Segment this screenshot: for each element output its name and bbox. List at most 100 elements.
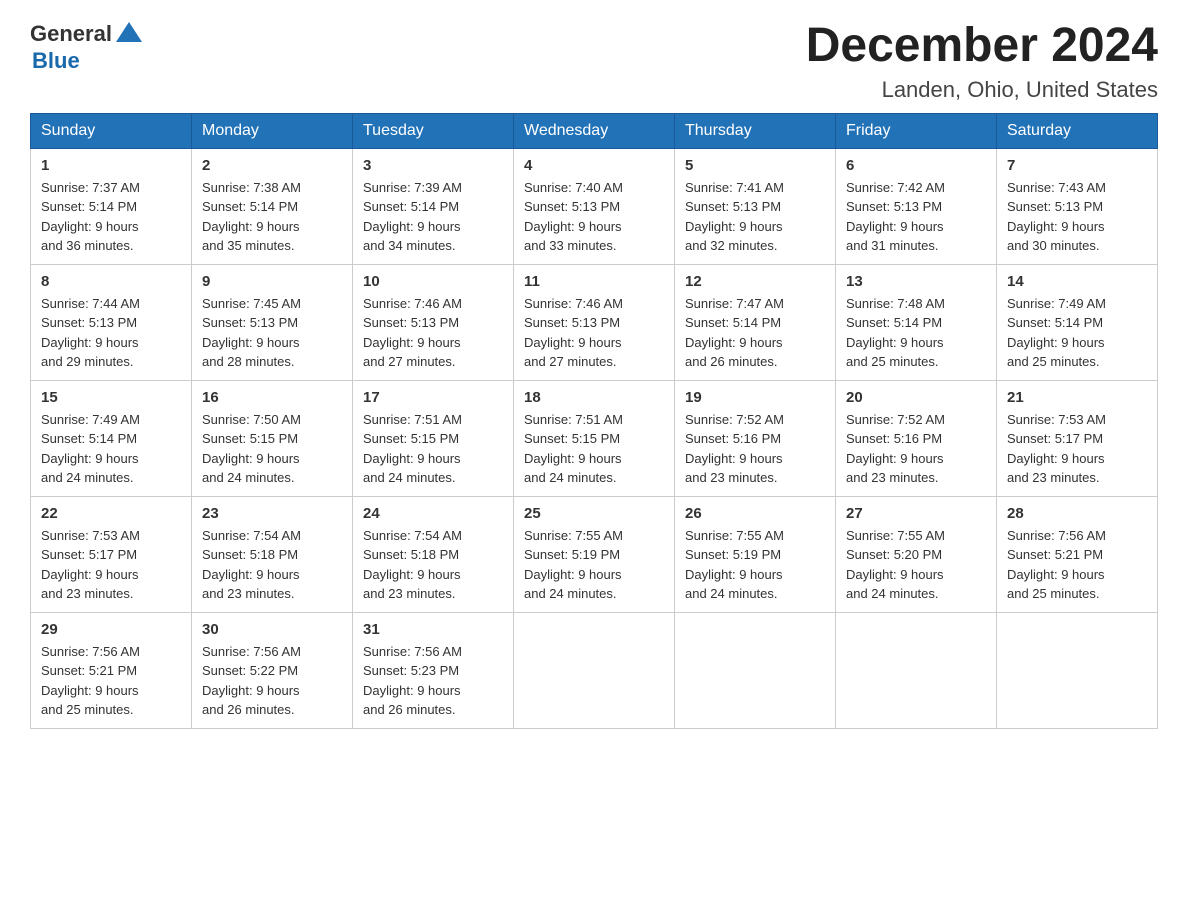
day-number: 26 [685,505,825,522]
day-info: Sunrise: 7:51 AM Sunset: 5:15 PM Dayligh… [524,410,664,488]
table-row: 23 Sunrise: 7:54 AM Sunset: 5:18 PM Dayl… [192,496,353,612]
day-number: 9 [202,273,342,290]
day-info: Sunrise: 7:48 AM Sunset: 5:14 PM Dayligh… [846,294,986,372]
day-info: Sunrise: 7:40 AM Sunset: 5:13 PM Dayligh… [524,178,664,256]
table-row: 9 Sunrise: 7:45 AM Sunset: 5:13 PM Dayli… [192,264,353,380]
day-number: 23 [202,505,342,522]
table-row: 24 Sunrise: 7:54 AM Sunset: 5:18 PM Dayl… [353,496,514,612]
subtitle: Landen, Ohio, United States [806,77,1158,103]
day-info: Sunrise: 7:49 AM Sunset: 5:14 PM Dayligh… [1007,294,1147,372]
day-info: Sunrise: 7:54 AM Sunset: 5:18 PM Dayligh… [202,526,342,604]
header-tuesday: Tuesday [353,113,514,148]
day-number: 30 [202,621,342,638]
day-number: 14 [1007,273,1147,290]
day-number: 2 [202,157,342,174]
table-row: 17 Sunrise: 7:51 AM Sunset: 5:15 PM Dayl… [353,380,514,496]
day-number: 19 [685,389,825,406]
day-number: 16 [202,389,342,406]
table-row: 11 Sunrise: 7:46 AM Sunset: 5:13 PM Dayl… [514,264,675,380]
day-info: Sunrise: 7:56 AM Sunset: 5:23 PM Dayligh… [363,642,503,720]
day-number: 7 [1007,157,1147,174]
day-info: Sunrise: 7:54 AM Sunset: 5:18 PM Dayligh… [363,526,503,604]
table-row [675,612,836,728]
day-info: Sunrise: 7:43 AM Sunset: 5:13 PM Dayligh… [1007,178,1147,256]
table-row: 31 Sunrise: 7:56 AM Sunset: 5:23 PM Dayl… [353,612,514,728]
day-number: 11 [524,273,664,290]
day-info: Sunrise: 7:39 AM Sunset: 5:14 PM Dayligh… [363,178,503,256]
table-row: 19 Sunrise: 7:52 AM Sunset: 5:16 PM Dayl… [675,380,836,496]
day-info: Sunrise: 7:53 AM Sunset: 5:17 PM Dayligh… [1007,410,1147,488]
logo-general: General [30,21,112,47]
table-row: 18 Sunrise: 7:51 AM Sunset: 5:15 PM Dayl… [514,380,675,496]
day-number: 25 [524,505,664,522]
day-info: Sunrise: 7:42 AM Sunset: 5:13 PM Dayligh… [846,178,986,256]
day-number: 18 [524,389,664,406]
day-number: 1 [41,157,181,174]
day-info: Sunrise: 7:56 AM Sunset: 5:22 PM Dayligh… [202,642,342,720]
header-sunday: Sunday [31,113,192,148]
table-row: 3 Sunrise: 7:39 AM Sunset: 5:14 PM Dayli… [353,148,514,264]
header-thursday: Thursday [675,113,836,148]
table-row: 10 Sunrise: 7:46 AM Sunset: 5:13 PM Dayl… [353,264,514,380]
table-row: 4 Sunrise: 7:40 AM Sunset: 5:13 PM Dayli… [514,148,675,264]
table-row: 16 Sunrise: 7:50 AM Sunset: 5:15 PM Dayl… [192,380,353,496]
day-number: 22 [41,505,181,522]
table-row: 12 Sunrise: 7:47 AM Sunset: 5:14 PM Dayl… [675,264,836,380]
table-row: 22 Sunrise: 7:53 AM Sunset: 5:17 PM Dayl… [31,496,192,612]
table-row: 26 Sunrise: 7:55 AM Sunset: 5:19 PM Dayl… [675,496,836,612]
table-row: 2 Sunrise: 7:38 AM Sunset: 5:14 PM Dayli… [192,148,353,264]
main-title: December 2024 [806,20,1158,73]
table-row: 20 Sunrise: 7:52 AM Sunset: 5:16 PM Dayl… [836,380,997,496]
day-number: 21 [1007,389,1147,406]
table-row: 25 Sunrise: 7:55 AM Sunset: 5:19 PM Dayl… [514,496,675,612]
day-number: 28 [1007,505,1147,522]
calendar-table: Sunday Monday Tuesday Wednesday Thursday… [30,113,1158,729]
calendar-header-row: Sunday Monday Tuesday Wednesday Thursday… [31,113,1158,148]
table-row: 14 Sunrise: 7:49 AM Sunset: 5:14 PM Dayl… [997,264,1158,380]
day-info: Sunrise: 7:55 AM Sunset: 5:20 PM Dayligh… [846,526,986,604]
day-info: Sunrise: 7:41 AM Sunset: 5:13 PM Dayligh… [685,178,825,256]
header-friday: Friday [836,113,997,148]
day-number: 5 [685,157,825,174]
logo-triangle-icon [114,18,144,48]
day-number: 6 [846,157,986,174]
table-row: 29 Sunrise: 7:56 AM Sunset: 5:21 PM Dayl… [31,612,192,728]
day-info: Sunrise: 7:49 AM Sunset: 5:14 PM Dayligh… [41,410,181,488]
calendar-week-row: 29 Sunrise: 7:56 AM Sunset: 5:21 PM Dayl… [31,612,1158,728]
day-number: 20 [846,389,986,406]
header-wednesday: Wednesday [514,113,675,148]
day-number: 8 [41,273,181,290]
day-info: Sunrise: 7:52 AM Sunset: 5:16 PM Dayligh… [685,410,825,488]
day-number: 3 [363,157,503,174]
day-number: 12 [685,273,825,290]
day-number: 29 [41,621,181,638]
day-number: 24 [363,505,503,522]
table-row: 1 Sunrise: 7:37 AM Sunset: 5:14 PM Dayli… [31,148,192,264]
table-row: 8 Sunrise: 7:44 AM Sunset: 5:13 PM Dayli… [31,264,192,380]
day-info: Sunrise: 7:55 AM Sunset: 5:19 PM Dayligh… [524,526,664,604]
day-info: Sunrise: 7:51 AM Sunset: 5:15 PM Dayligh… [363,410,503,488]
table-row: 5 Sunrise: 7:41 AM Sunset: 5:13 PM Dayli… [675,148,836,264]
table-row: 13 Sunrise: 7:48 AM Sunset: 5:14 PM Dayl… [836,264,997,380]
calendar-week-row: 8 Sunrise: 7:44 AM Sunset: 5:13 PM Dayli… [31,264,1158,380]
day-number: 31 [363,621,503,638]
day-info: Sunrise: 7:55 AM Sunset: 5:19 PM Dayligh… [685,526,825,604]
day-info: Sunrise: 7:56 AM Sunset: 5:21 PM Dayligh… [41,642,181,720]
table-row: 6 Sunrise: 7:42 AM Sunset: 5:13 PM Dayli… [836,148,997,264]
table-row: 28 Sunrise: 7:56 AM Sunset: 5:21 PM Dayl… [997,496,1158,612]
table-row [836,612,997,728]
table-row [514,612,675,728]
calendar-week-row: 15 Sunrise: 7:49 AM Sunset: 5:14 PM Dayl… [31,380,1158,496]
day-number: 27 [846,505,986,522]
header-monday: Monday [192,113,353,148]
day-info: Sunrise: 7:56 AM Sunset: 5:21 PM Dayligh… [1007,526,1147,604]
day-number: 4 [524,157,664,174]
table-row: 7 Sunrise: 7:43 AM Sunset: 5:13 PM Dayli… [997,148,1158,264]
day-info: Sunrise: 7:50 AM Sunset: 5:15 PM Dayligh… [202,410,342,488]
day-number: 13 [846,273,986,290]
table-row: 21 Sunrise: 7:53 AM Sunset: 5:17 PM Dayl… [997,380,1158,496]
day-info: Sunrise: 7:46 AM Sunset: 5:13 PM Dayligh… [363,294,503,372]
logo: General Blue [30,20,144,74]
day-info: Sunrise: 7:44 AM Sunset: 5:13 PM Dayligh… [41,294,181,372]
table-row: 15 Sunrise: 7:49 AM Sunset: 5:14 PM Dayl… [31,380,192,496]
